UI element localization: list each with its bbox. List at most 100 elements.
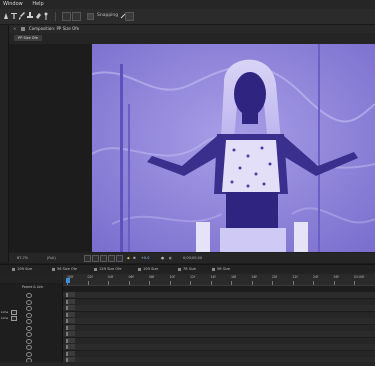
- reset-exposure-icon[interactable]: ✱: [133, 255, 136, 261]
- ruler-tick: [169, 281, 171, 285]
- layer-bar-handle[interactable]: [66, 351, 68, 356]
- ruler-tick: [108, 281, 109, 285]
- ruler-tick-label: 10f: [169, 275, 175, 279]
- visibility-eye-icon[interactable]: [26, 319, 32, 324]
- layer-bar-handle[interactable]: [66, 338, 68, 343]
- label-color-dropdown[interactable]: [11, 310, 17, 315]
- visibility-eye-icon[interactable]: [26, 325, 32, 331]
- local-axis-button[interactable]: [62, 12, 71, 21]
- fast-previews-icon[interactable]: [84, 255, 91, 262]
- workspace-toggle-button[interactable]: [125, 12, 134, 21]
- visibility-eye-icon[interactable]: [26, 306, 32, 311]
- composition-tab[interactable]: PP Size Ofe: [14, 35, 42, 41]
- ruler-tick: [128, 281, 130, 285]
- zoom-dropdown[interactable]: 67.7%: [17, 255, 28, 261]
- layer-track[interactable]: [63, 311, 375, 318]
- visibility-eye-icon[interactable]: [26, 351, 32, 357]
- exposure-value[interactable]: +0.0: [141, 255, 150, 261]
- mask-visibility-icon[interactable]: [108, 255, 115, 262]
- layer-track[interactable]: [63, 324, 375, 331]
- layer-track[interactable]: [63, 337, 375, 344]
- ruler-tick: [87, 281, 89, 285]
- timeline-tab[interactable]: 10ft Size: [10, 266, 32, 273]
- show-channel-icon[interactable]: ◐: [169, 255, 172, 261]
- toolbar-divider: [55, 12, 56, 21]
- timeline-footer: [0, 362, 375, 366]
- visibility-eye-icon[interactable]: [26, 312, 32, 318]
- region-of-interest-icon[interactable]: [92, 255, 99, 262]
- layer-track[interactable]: [63, 292, 375, 298]
- ruler-tick: [251, 281, 253, 285]
- puppet-pin-icon[interactable]: [43, 12, 49, 20]
- ruler-tick-label: 06f: [128, 275, 134, 279]
- timeline-search-bar[interactable]: [0, 274, 62, 283]
- resolution-dropdown[interactable]: (Full): [47, 255, 56, 261]
- layer-bar-handle[interactable]: [66, 306, 68, 310]
- ruler-tick: [354, 281, 355, 285]
- menu-bar: Window Help: [0, 0, 375, 9]
- layer-bar-handle[interactable]: [66, 345, 68, 349]
- ruler-tick-label: 22f: [292, 275, 298, 279]
- ruler-tick: [292, 281, 294, 285]
- visibility-eye-icon[interactable]: [26, 293, 32, 298]
- world-axis-button[interactable]: [72, 12, 81, 21]
- layer-track[interactable]: [63, 298, 375, 305]
- layer-bar-handle[interactable]: [66, 299, 68, 304]
- brush-tool-icon[interactable]: [19, 12, 25, 20]
- label-color-text: Lime: [1, 310, 9, 314]
- layer-track[interactable]: [63, 318, 375, 324]
- clone-stamp-icon[interactable]: [27, 12, 33, 20]
- inverted-video-frame: [92, 44, 375, 252]
- timeline-tab[interactable]: 56 Size Ofe: [50, 266, 77, 273]
- label-color-text: Lime: [1, 316, 9, 320]
- time-ruler[interactable]: :00f 02f 04f 06f 08f 10f 12f 14f 16f 18f 20f 22f 24f…: [63, 274, 375, 286]
- layer-track[interactable]: [63, 331, 375, 337]
- layer-bar-handle[interactable]: [66, 325, 68, 330]
- composition-navigator: [9, 33, 375, 44]
- menu-help[interactable]: Help: [32, 0, 43, 9]
- snapshot-icon[interactable]: ●: [161, 255, 164, 261]
- ruler-tick-label: 02f: [87, 275, 93, 279]
- lock-icon[interactable]: [20, 27, 25, 31]
- visibility-eye-icon[interactable]: [26, 299, 32, 305]
- layer-bar-handle[interactable]: [66, 293, 68, 297]
- timeline-tab[interactable]: 5ft Size: [210, 266, 230, 273]
- layer-bar-handle[interactable]: [66, 319, 68, 323]
- layer-bar-handle[interactable]: [66, 332, 68, 336]
- layer-track[interactable]: [63, 344, 375, 350]
- snapping-checkbox[interactable]: [87, 13, 94, 20]
- ruler-tick: [190, 281, 191, 285]
- composition-panel-header: × Composition: PP Size Ofe: [9, 25, 375, 33]
- snapping-label: Snapping: [97, 13, 119, 18]
- close-icon[interactable]: ×: [13, 26, 16, 31]
- layer-track[interactable]: [63, 350, 375, 357]
- timeline-tab[interactable]: 12ft Size Ofe: [92, 266, 122, 273]
- timeline-tab[interactable]: 7ft Size: [176, 266, 196, 273]
- layer-bar-handle[interactable]: [66, 312, 68, 317]
- composition-frame[interactable]: [92, 44, 375, 252]
- playhead[interactable]: [66, 278, 70, 283]
- exposure-icon[interactable]: ◆: [127, 255, 130, 261]
- label-color-dropdown[interactable]: [11, 316, 17, 321]
- layer-track[interactable]: [63, 305, 375, 311]
- visibility-eye-icon[interactable]: [26, 345, 32, 350]
- ruler-tick-label: 20f: [272, 275, 278, 279]
- ruler-tick: [333, 281, 335, 285]
- parent-link-header: Parent & Link: [22, 285, 44, 289]
- ruler-tick: [210, 281, 212, 285]
- pen-tool-icon[interactable]: [3, 12, 9, 20]
- tools-toolbar: Snapping: [0, 9, 375, 25]
- current-timecode[interactable]: 0;00;00;00: [183, 255, 202, 261]
- layer-columns: Lime Lime: [0, 284, 63, 366]
- ruler-tick-label: 16f: [231, 275, 237, 279]
- guides-icon[interactable]: [116, 255, 123, 262]
- ruler-tick-label: 26f: [333, 275, 339, 279]
- eraser-tool-icon[interactable]: [35, 12, 41, 20]
- ruler-tick: [231, 281, 232, 285]
- visibility-eye-icon[interactable]: [26, 332, 32, 337]
- type-tool-icon[interactable]: [11, 12, 17, 20]
- transparency-grid-icon[interactable]: [100, 255, 107, 262]
- menu-window[interactable]: Window: [3, 0, 23, 9]
- visibility-eye-icon[interactable]: [26, 338, 32, 344]
- timeline-tab[interactable]: 10ft Size: [136, 266, 158, 273]
